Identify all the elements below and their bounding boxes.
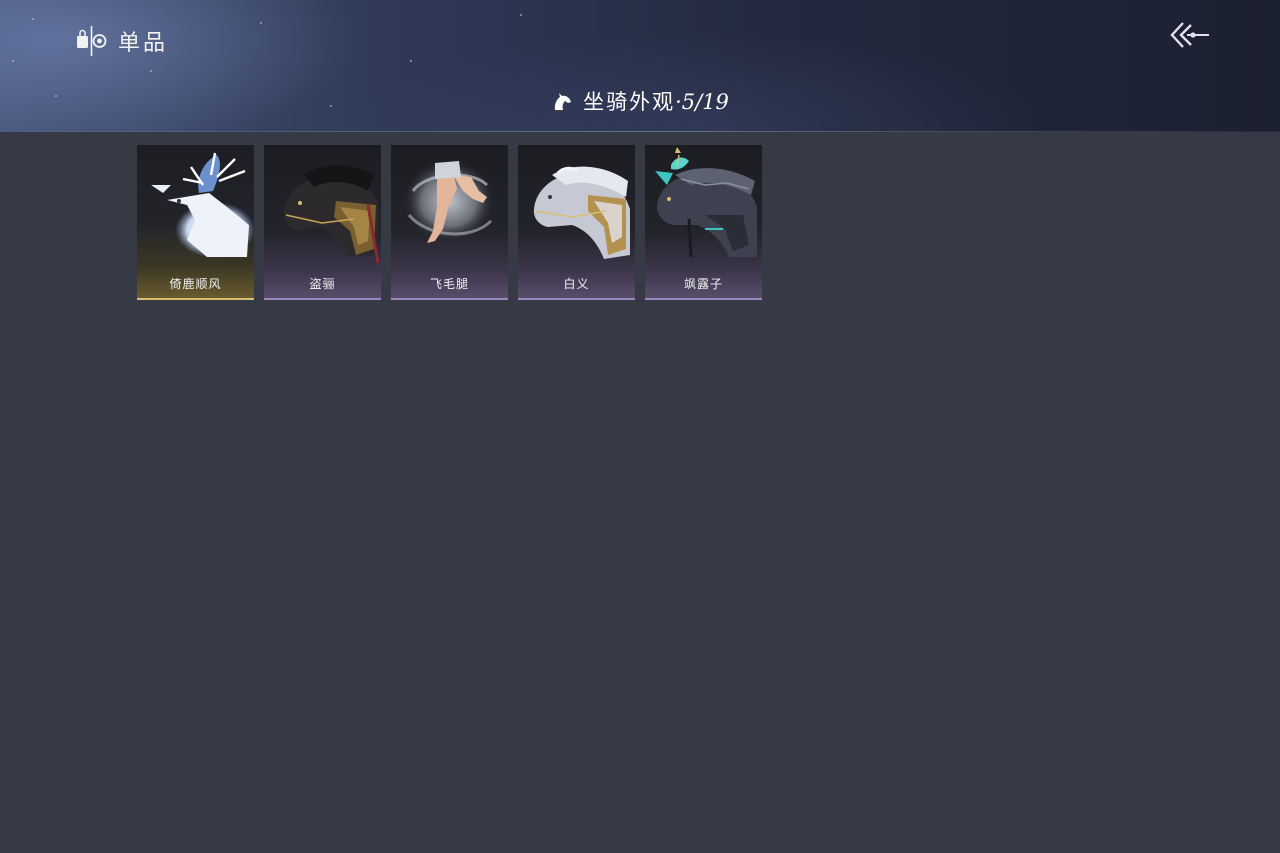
white-horse-icon [533,166,630,259]
item-card-saluzi[interactable]: 飒露子 [645,145,762,300]
horse-head-icon [554,93,572,110]
item-name: 倚鹿顺风 [169,277,222,291]
item-card-baiyi[interactable]: 白义 [518,145,635,300]
section-heading: 坐骑外观 ·5/19 [0,84,1280,118]
jade-crowned-horse-icon [655,147,757,258]
page-brand: 单品 [74,24,168,58]
back-button[interactable] [1166,16,1212,54]
item-name: 白义 [563,277,590,291]
header-bar: 单品 坐骑外观 ·5/19 [0,0,1280,132]
item-card-deer[interactable]: 倚鹿顺风 [137,145,254,300]
item-card-feimaotui[interactable]: 飞毛腿 [391,145,508,300]
flying-legs-icon [403,159,495,243]
item-name: 飒露子 [683,277,723,291]
section-title: 坐骑外观 [583,90,676,114]
page-title: 单品 [118,31,169,56]
section-title-group: 坐骑外观 ·5/19 [583,86,729,116]
white-deer-icon [151,152,254,258]
back-arrow-icon [1170,22,1209,48]
dark-armored-horse-icon [284,165,380,264]
bag-and-eye-icon [77,26,107,56]
item-name: 飞毛腿 [429,277,469,291]
collection-count: ·5/19 [675,90,729,114]
app-root: 单品 坐骑外观 ·5/19 倚鹿顺风 盗骊 飞毛腿 白义 飒露子 [0,0,1280,853]
item-card-daoli[interactable]: 盗骊 [264,145,381,300]
item-name: 盗骊 [309,277,336,291]
item-grid: 倚鹿顺风 盗骊 飞毛腿 白义 飒露子 [137,145,762,300]
